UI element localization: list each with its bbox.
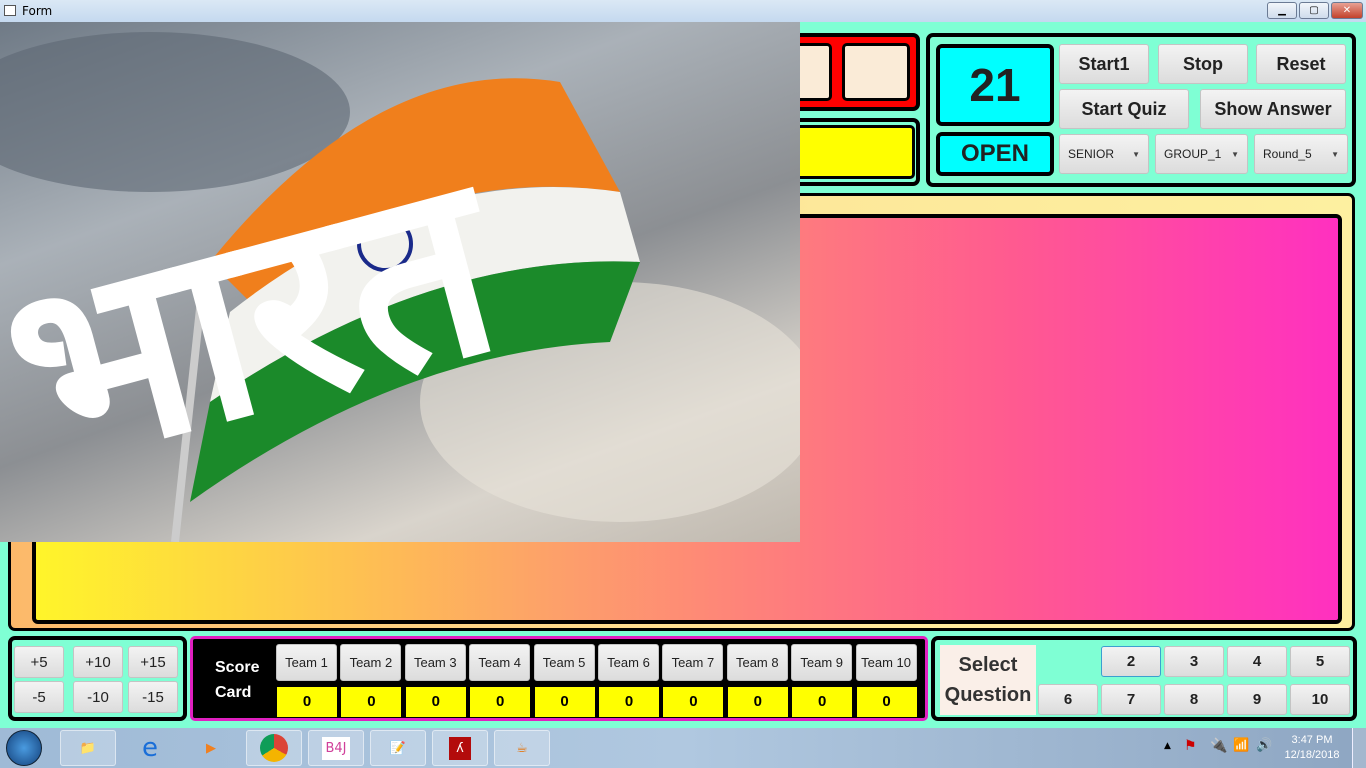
team-9-button[interactable]: Team 9 xyxy=(791,644,853,681)
chrome-icon xyxy=(260,734,288,762)
question-6-button[interactable]: 6 xyxy=(1038,684,1098,715)
ie-taskbar-button[interactable]: e xyxy=(122,730,178,766)
team-7-score: 0 xyxy=(662,686,725,718)
java-icon: ☕ xyxy=(516,740,528,756)
team-5-score: 0 xyxy=(533,686,596,718)
answer-box-2 xyxy=(842,43,910,101)
notepad-icon: 📝 xyxy=(389,740,407,756)
scorecard-panel: Score Card Team 1 0 Team 2 0 Team 3 0 Team … xyxy=(190,636,928,721)
round-dropdown[interactable]: Round_5 ▼ xyxy=(1254,134,1348,174)
team-4-button[interactable]: Team 4 xyxy=(469,644,531,681)
team-5-button[interactable]: Team 5 xyxy=(533,644,595,681)
team-2-button[interactable]: Team 2 xyxy=(340,644,402,681)
team-6-button[interactable]: Team 6 xyxy=(598,644,659,681)
plus-5-button[interactable]: +5 xyxy=(14,646,64,678)
power-icon[interactable]: 🔌 xyxy=(1210,738,1227,754)
timer-display: 21 xyxy=(936,44,1054,126)
media-player-taskbar-button[interactable]: ▶ xyxy=(183,730,239,766)
media-player-icon: ▶ xyxy=(206,740,216,756)
question-3-button[interactable]: 3 xyxy=(1164,646,1224,677)
start1-button[interactable]: Start1 xyxy=(1059,44,1149,84)
control-panel: 21 OPEN Start1 Stop Reset Start Quiz Sho… xyxy=(926,33,1356,187)
label-line-1: Select xyxy=(958,654,1018,676)
taskbar: 📁 e ▶ B4J 📝 ʎ ☕ ▲ ⚑ 🔌 📶 🔊 3:47 PM 12/18/2… xyxy=(0,728,1366,768)
scorecard-label-1: Score xyxy=(215,659,260,676)
team-6-score: 0 xyxy=(598,686,660,718)
start-button[interactable] xyxy=(6,730,42,766)
plus-10-button[interactable]: +10 xyxy=(73,646,123,678)
ie-icon: e xyxy=(142,733,158,763)
group-dropdown[interactable]: GROUP_1 ▼ xyxy=(1155,134,1248,174)
close-button[interactable]: ✕ xyxy=(1331,2,1363,19)
question-8-button[interactable]: 8 xyxy=(1164,684,1224,715)
team-10-button[interactable]: Team 10 xyxy=(855,644,917,681)
volume-icon[interactable]: 🔊 xyxy=(1256,738,1272,753)
round-value: Round_5 xyxy=(1263,147,1312,161)
maximize-button[interactable]: ▢ xyxy=(1299,2,1329,19)
question-10-button[interactable]: 10 xyxy=(1290,684,1350,715)
status-display: OPEN xyxy=(936,132,1054,176)
acrobat-icon: ʎ xyxy=(449,736,471,760)
chevron-down-icon: ▼ xyxy=(1132,149,1140,159)
b4j-taskbar-button[interactable]: B4J xyxy=(308,730,364,766)
plus-15-button[interactable]: +15 xyxy=(128,646,178,678)
show-desktop-button[interactable] xyxy=(1352,728,1366,768)
label-line-2: Question xyxy=(944,684,1032,706)
show-answer-button[interactable]: Show Answer xyxy=(1200,89,1346,129)
team-3-score: 0 xyxy=(404,686,467,718)
team-4-score: 0 xyxy=(469,686,532,718)
team-8-score: 0 xyxy=(726,686,789,718)
clock[interactable]: 3:47 PM 12/18/2018 xyxy=(1284,733,1340,763)
question-4-button[interactable]: 4 xyxy=(1227,646,1287,677)
team-9-score: 0 xyxy=(791,686,854,718)
stop-button[interactable]: Stop xyxy=(1158,44,1248,84)
window-icon xyxy=(4,5,16,16)
minimize-button[interactable]: ▁ xyxy=(1267,2,1297,19)
group-value: GROUP_1 xyxy=(1164,147,1222,161)
team-3-button[interactable]: Team 3 xyxy=(404,644,466,681)
team-2-score: 0 xyxy=(340,686,403,718)
reset-button[interactable]: Reset xyxy=(1256,44,1346,84)
minus-15-button[interactable]: -15 xyxy=(128,681,178,713)
b4j-icon: B4J xyxy=(322,736,350,760)
chrome-taskbar-button[interactable] xyxy=(246,730,302,766)
question-2-button[interactable]: 2 xyxy=(1101,646,1161,677)
team-8-button[interactable]: Team 8 xyxy=(726,644,788,681)
team-1-score: 0 xyxy=(276,686,338,718)
explorer-taskbar-button[interactable]: 📁 xyxy=(60,730,116,766)
clock-date: 12/18/2018 xyxy=(1284,749,1340,761)
chevron-down-icon: ▼ xyxy=(1231,149,1239,159)
show-hidden-icons[interactable]: ▲ xyxy=(1164,741,1171,751)
select-question-label: Select Question xyxy=(940,645,1036,715)
minus-10-button[interactable]: -10 xyxy=(73,681,123,713)
clock-time: 3:47 PM xyxy=(1291,734,1333,746)
notepad-taskbar-button[interactable]: 📝 xyxy=(370,730,426,766)
team-1-button[interactable]: Team 1 xyxy=(276,644,337,681)
video-player[interactable]: भारत xyxy=(0,22,800,542)
java-taskbar-button[interactable]: ☕ xyxy=(494,730,550,766)
start-quiz-button[interactable]: Start Quiz xyxy=(1059,89,1189,129)
minus-5-button[interactable]: -5 xyxy=(14,681,64,713)
title-bar: Form ▁ ▢ ✕ xyxy=(0,0,1366,22)
question-7-button[interactable]: 7 xyxy=(1101,684,1161,715)
window-title: Form xyxy=(22,4,53,18)
action-center-flag-icon[interactable]: ⚑ xyxy=(1184,738,1197,754)
question-5-button[interactable]: 5 xyxy=(1290,646,1350,677)
select-question-panel: Select Question 2 3 4 5 6 7 8 9 10 xyxy=(931,636,1357,721)
team-7-button[interactable]: Team 7 xyxy=(662,644,724,681)
level-dropdown[interactable]: SENIOR ▼ xyxy=(1059,134,1149,174)
level-value: SENIOR xyxy=(1068,147,1115,161)
network-icon[interactable]: 📶 xyxy=(1233,738,1249,753)
points-panel: +5 +10 +15 -5 -10 -15 xyxy=(8,636,187,721)
team-10-score: 0 xyxy=(855,686,918,718)
scorecard-label-2: Card xyxy=(215,684,252,701)
question-9-button[interactable]: 9 xyxy=(1227,684,1287,715)
chevron-down-icon: ▼ xyxy=(1331,149,1339,159)
acrobat-taskbar-button[interactable]: ʎ xyxy=(432,730,488,766)
folder-icon: 📁 xyxy=(79,740,97,756)
